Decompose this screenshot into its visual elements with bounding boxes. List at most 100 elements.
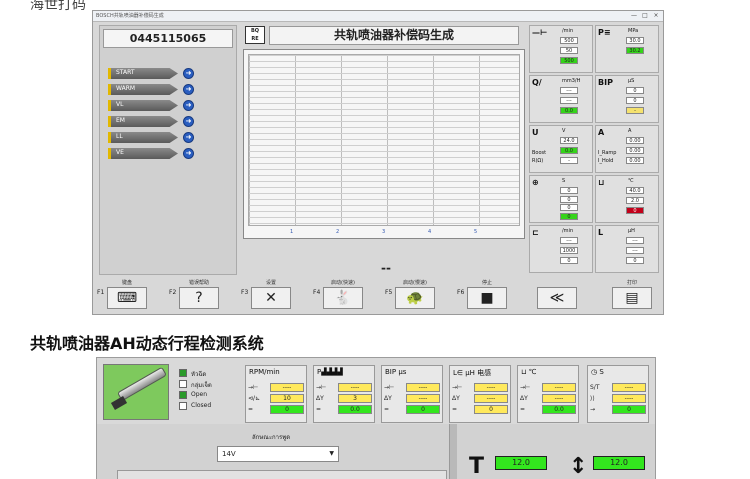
meter-row: →⊢ ---- [452,383,510,392]
meter-row-icon: →⊢ [248,384,259,391]
gauge-value: 0.00 [626,137,644,144]
gauge-value: --- [626,247,644,254]
scroll-divider[interactable] [449,424,457,479]
meter-value: ---- [474,383,508,392]
double-chevron-left-icon[interactable]: ≪ [537,287,577,309]
dynamic-stroke-window: หัวฉีด กลุ่มเจ็ต Open Closed RPM/min →⊢ ---- ⊲… [96,357,656,479]
gauge-value: 500 [560,57,578,64]
meter-value: 0.0 [542,405,576,414]
chart-tick: 5 [474,229,478,235]
meter-row: ⟩⟩ ---- [590,394,648,403]
gauge-value: 1000 [560,247,578,254]
arrow-right-icon[interactable]: ➜ [183,84,194,95]
option-checkbox[interactable] [179,391,187,399]
gauge-value: 40.0 [626,187,644,194]
meter-value: 0 [270,405,304,414]
keyboard-icon[interactable]: ⌨ [107,287,147,309]
option-checkbox[interactable] [179,402,187,410]
option-row[interactable]: หัวฉีด [179,368,233,379]
meter-title: ⊔ ℃ [521,368,537,376]
meter-value: ---- [474,394,508,403]
gauge-label: R(Ω) [532,158,544,164]
maximize-button[interactable]: □ [640,12,650,20]
gauge-unit: S [562,178,566,184]
gauge-symbol-icon: Q/ [532,78,542,87]
meter-5: ◷ S S/T ---- ⟩⟩ ---- → 0 [587,365,649,423]
gauge-unit: /min [562,228,574,234]
gauge-value: 2.0 [626,197,644,204]
chart-tick: 3 [382,229,386,235]
turtle-icon[interactable]: 🐢 [395,287,435,309]
stage-row-warm[interactable]: WARM ➜ [108,84,198,95]
gauge-9: LμH --- --- 0 [595,225,659,273]
option-row[interactable]: กลุ่มเจ็ต [179,379,233,390]
fkey-label: 启动(慢速) [403,280,427,286]
gauge-2: Q/mm3/H --- --- 0.0 [529,75,593,123]
stage-row-vl[interactable]: VL ➜ [108,100,198,111]
header-title: 共轨喷油器补偿码生成 [269,26,519,45]
gauge-panel: —⊢/min 500 50 500 P≡ MPa 30.0 30.2 Q/mm3/H --- ---… [529,25,659,277]
gauge-4: U V Boost R(Ω) 24.0 0.0 - [529,125,593,173]
gauge-unit: mm3/H [562,78,581,84]
meter-row-icon: = [316,406,322,413]
close-button[interactable]: × [651,12,661,20]
gauge-8: ⊏ /min --- 1000 0 [529,225,593,273]
fkey-label: 启动(快速) [331,280,355,286]
meter-value: ---- [338,383,372,392]
option-row[interactable]: Open [179,390,233,401]
gauge-value: 0 [560,212,578,220]
meter-value: ---- [406,383,440,392]
fkey-number: F2 [169,289,177,296]
meter-row-icon: = [452,406,458,413]
gauge-symbol-icon: ⊏ [532,228,539,237]
printer-icon[interactable]: ▤ [612,287,652,309]
gauge-3: BIP μS 0 0 - [595,75,659,123]
gauge-value: --- [560,97,578,104]
gauge-unit: μS [628,78,635,84]
injector-t-icon: T [469,454,485,479]
meter-row-icon: = [384,406,390,413]
meter-value: ---- [270,383,304,392]
meter-row: →⊢ ---- [316,383,374,392]
chart-tick: 1 [290,229,294,235]
arrow-right-icon[interactable]: ➜ [183,132,194,143]
voltage-select[interactable]: 14V ▼ [217,446,339,462]
arrow-right-icon[interactable]: ➜ [183,100,194,111]
fkey-0: 键盘 F1 ⌨ [97,279,157,311]
option-label: Open [191,391,208,398]
meter-row: ΔY ---- [520,394,578,403]
fkey-number: F6 [457,289,465,296]
stage-row-em[interactable]: EM ➜ [108,116,198,127]
meter-value: 3 [338,394,372,403]
gauge-value: 0.0 [560,107,578,114]
tools-icon[interactable]: ✕ [251,287,291,309]
stage-row-ve[interactable]: VE ➜ [108,148,198,159]
fkey-label: 错误帮助 [188,280,209,286]
stage-label: VL [116,101,124,108]
minimize-button[interactable]: — [629,12,639,20]
arrow-right-icon[interactable]: ➜ [183,148,194,159]
gauge-value: 0 [560,204,578,211]
arrow-right-icon[interactable]: ➜ [183,68,194,79]
injector-code-window: BOSCH共轨喷油器补偿码生成 — □ × 0445115065 START ➜… [92,10,664,315]
help-icon[interactable]: ? [179,287,219,309]
gauge-symbol-icon: BIP [598,78,613,87]
gauge-label: I_Ramp [598,150,617,156]
option-checkbox[interactable] [179,380,187,388]
meter-row-icon: ⊲/⊾ [248,395,261,402]
stop-icon[interactable]: ■ [467,287,507,309]
readout-right: 12.0 [593,456,645,470]
gauge-value: --- [626,237,644,244]
gauge-value: --- [560,237,578,244]
arrow-right-icon[interactable]: ➜ [183,116,194,127]
meter-1: P▟▟▟▟ →⊢ ---- ΔY 3 = 0.0 [313,365,375,423]
option-checkbox[interactable] [179,369,187,377]
stage-row-start[interactable]: START ➜ [108,68,198,79]
fkey-2: 设置 F3 ✕ [241,279,301,311]
option-row[interactable]: Closed [179,401,233,412]
fkey-number: F1 [97,289,105,296]
chevron-down-icon[interactable]: ▼ [329,447,334,461]
meter-row: = 0.0 [520,405,578,414]
stage-row-ll[interactable]: LL ➜ [108,132,198,143]
rabbit-icon[interactable]: 🐇 [323,287,363,309]
